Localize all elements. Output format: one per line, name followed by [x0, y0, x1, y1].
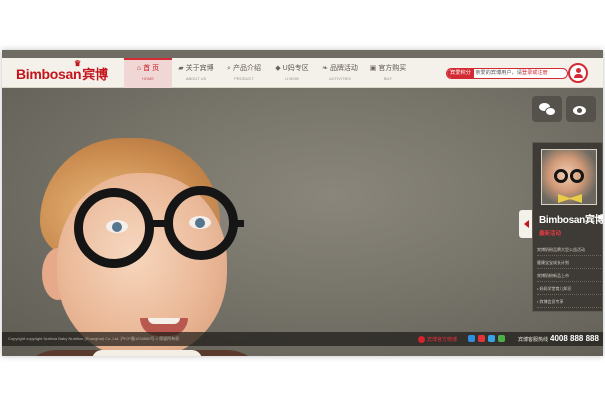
panel-logo: Bimbosan宾博 [539, 215, 603, 226]
nav-label-en: BUY [383, 76, 393, 81]
glasses-lens-left [74, 188, 154, 268]
panel-collapse-button[interactable] [519, 210, 533, 238]
official-weibo-link[interactable]: 宾博官方微博 [418, 335, 457, 343]
wechat-icon [539, 103, 556, 116]
panel-list-item[interactable]: • 宾博会员专享 [537, 295, 601, 308]
login-prompt: 亲爱的宾博用户，请 [475, 70, 522, 76]
points-badge[interactable]: 宾爱积分 [447, 69, 474, 78]
copyright-text: Copyright copyright Nutricia Baby Nutrit… [8, 336, 180, 341]
site-header: ♛ Bimbosan宾博 ⌂ 首 页 HOME ▰ 关于宾博 ABOUT US ⌕ 产… [2, 58, 603, 88]
nav-item-activities[interactable]: ❧ 品牌活动 ACTIVITIES [316, 58, 364, 88]
sina-weibo-icon[interactable] [478, 335, 485, 342]
nav-item-umom[interactable]: ◆ U妈专区 U MOM [268, 58, 316, 88]
glasses-lens-right [164, 186, 238, 260]
nav-label-en: PRODUCT [234, 76, 254, 81]
nav-label: 首 页 [143, 65, 160, 72]
qzone-icon[interactable] [468, 335, 475, 342]
thumb-bowtie [558, 194, 582, 203]
hotline-number: 4008 888 888 [550, 334, 599, 343]
child-collar [92, 350, 202, 356]
nav-label: 官方购买 [378, 65, 407, 72]
panel-list-item[interactable]: 健康宝宝成长计划 [537, 256, 601, 269]
hotline-label: 宾博客服热线 [518, 337, 549, 343]
nav-label: U妈专区 [282, 65, 309, 72]
user-account-button[interactable] [568, 63, 588, 83]
nav-item-buy[interactable]: ▣ 官方购买 BUY [364, 58, 412, 88]
nav-label-en: ACTIVITIES [329, 76, 351, 81]
glasses-bridge [150, 220, 168, 227]
wechat-button[interactable] [532, 96, 562, 122]
user-icon [573, 68, 583, 78]
brand-logo[interactable]: ♛ Bimbosan宾博 [16, 59, 108, 83]
thumb-glasses-right [570, 169, 584, 183]
hero-photo [2, 88, 603, 356]
cart-icon: ▣ [369, 65, 377, 72]
panel-list-item[interactable]: 宾博奶粉新品上市 [537, 269, 601, 282]
site-footer: Copyright copyright Nutricia Baby Nutrit… [2, 332, 603, 346]
panel-list-item[interactable]: 宾博奶粉品牌大型公益活动 [537, 243, 601, 256]
panel-thumbnail[interactable] [541, 149, 597, 205]
login-bar: 宾爱积分 亲爱的宾博用户，请登录或注册 [446, 68, 568, 79]
nav-label-en: ABOUT US [185, 76, 207, 81]
shield-icon: ◆ [275, 65, 281, 72]
panel-title: 最新活动 [539, 231, 562, 237]
nav-label-en: HOME [142, 76, 154, 81]
nav-label: 关于宾博 [185, 65, 214, 72]
wechat-share-icon[interactable] [498, 335, 505, 342]
side-panel: Bimbosan宾博 最新活动 宾博奶粉品牌大型公益活动 健康宝宝成长计划 宾博… [532, 142, 603, 312]
qq-icon[interactable] [488, 335, 495, 342]
home-icon: ⌂ [136, 65, 142, 72]
panel-list-item[interactable]: • 妈妈学堂育儿知识 [537, 282, 601, 295]
share-icons [468, 335, 505, 342]
official-weibo-label: 宾博官方微博 [427, 336, 458, 343]
login-register-link[interactable]: 登录或注册 [522, 70, 548, 76]
brand-name-cn: 宾博 [82, 67, 108, 82]
nav-label: 品牌活动 [329, 65, 358, 72]
weibo-red-icon [418, 335, 425, 343]
glasses-arm [230, 220, 244, 227]
search-icon: ⌕ [227, 65, 231, 72]
nav-item-home[interactable]: ⌂ 首 页 HOME [124, 58, 172, 88]
leaf-icon: ❧ [322, 65, 328, 72]
nav-label: 产品介绍 [232, 65, 261, 72]
crown-icon: ♛ [74, 59, 81, 68]
weibo-icon [573, 103, 589, 115]
nav-label-en: U MOM [285, 76, 299, 81]
nav-item-about[interactable]: ▰ 关于宾博 ABOUT US [172, 58, 220, 88]
panel-list: 宾博奶粉品牌大型公益活动 健康宝宝成长计划 宾博奶粉新品上市 • 妈妈学堂育儿知… [537, 243, 601, 308]
nav-item-product[interactable]: ⌕ 产品介绍 PRODUCT [220, 58, 268, 88]
brand-name: Bimbosan [16, 66, 82, 82]
car-icon: ▰ [178, 65, 184, 72]
thumb-glasses-left [554, 169, 568, 183]
site-frame: ♛ Bimbosan宾博 ⌂ 首 页 HOME ▰ 关于宾博 ABOUT US ⌕ 产… [2, 50, 603, 356]
main-nav: ⌂ 首 页 HOME ▰ 关于宾博 ABOUT US ⌕ 产品介绍 PRODUCT ◆… [124, 58, 412, 88]
weibo-button[interactable] [566, 96, 596, 122]
